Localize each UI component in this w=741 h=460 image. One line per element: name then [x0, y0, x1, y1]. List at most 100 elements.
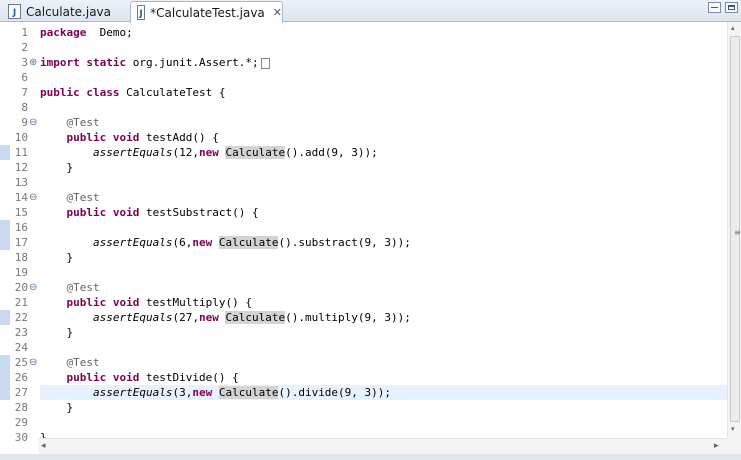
code-line[interactable]: assertEquals(12,new Calculate().add(9, 3…	[40, 145, 727, 160]
code-line[interactable]: @Test	[40, 280, 727, 295]
line-number: 28	[14, 401, 28, 414]
code-line[interactable]: package Demo;	[40, 25, 727, 40]
code-token: new	[198, 146, 219, 159]
code-line[interactable]: }	[40, 250, 727, 265]
code-token: @Test	[66, 356, 100, 369]
collapse-fold-icon[interactable]: ⊖	[29, 280, 39, 295]
code-line[interactable]	[40, 40, 727, 55]
change-marker	[0, 385, 10, 400]
folded-region-icon[interactable]	[260, 57, 270, 69]
vertical-scrollbar[interactable]: ▴ ≡ ▾	[727, 22, 741, 438]
code-line[interactable]	[40, 265, 727, 280]
code-line[interactable]: public class CalculateTest {	[40, 85, 727, 100]
code-token: assertEquals	[92, 146, 173, 159]
code-token: @Test	[66, 281, 100, 294]
line-number: 27	[14, 386, 28, 399]
code-token: }	[40, 431, 47, 438]
line-number: 25	[14, 356, 28, 369]
horizontal-scrollbar[interactable]: ◂ ▸	[38, 438, 727, 454]
line-number: 1	[21, 26, 28, 39]
java-file-icon: J	[8, 4, 21, 19]
collapse-fold-icon[interactable]: ⊖	[29, 355, 39, 370]
line-number: 20	[14, 281, 28, 294]
code-line[interactable]	[40, 415, 727, 430]
code-token: org.junit.Assert.*;	[126, 56, 259, 69]
scroll-down-arrow-icon[interactable]: ▾	[731, 425, 735, 433]
collapse-fold-icon[interactable]: ⊖	[29, 190, 39, 205]
code-line[interactable]: assertEquals(6,new Calculate().substract…	[40, 235, 727, 250]
line-number: 7	[21, 86, 28, 99]
code-line[interactable]: @Test	[40, 190, 727, 205]
collapse-fold-icon[interactable]: ⊖	[29, 115, 39, 130]
occurrence-highlight: Calculate	[225, 146, 286, 159]
code-line[interactable]: }	[40, 400, 727, 415]
close-tab-icon[interactable]: ✕	[273, 6, 282, 19]
code-line[interactable]: public void testDivide() {	[40, 370, 727, 385]
vertical-scroll-thumb[interactable]: ≡	[730, 36, 741, 422]
code-text-area[interactable]: package Demo; import static org.junit.Ass…	[40, 22, 727, 438]
line-number: 15	[14, 206, 28, 219]
tab-calculatetest-java[interactable]: J *CalculateTest.java ✕	[130, 1, 283, 23]
code-line[interactable]: assertEquals(27,new Calculate().multiply…	[40, 310, 727, 325]
java-editor: 1 2 3 ⊕ 6 7 8 9 ⊖ 10 11 12 13 14 ⊖ 15 16 17 18 19 20 ⊖ 21 22 23 2…	[0, 22, 741, 460]
scroll-up-arrow-icon[interactable]: ▴	[731, 24, 735, 32]
line-number: 8	[21, 101, 28, 114]
code-line[interactable]: public void testMultiply() {	[40, 295, 727, 310]
code-line[interactable]: import static org.junit.Assert.*;	[40, 55, 727, 70]
code-token: new	[192, 386, 213, 399]
code-token: Demo;	[86, 26, 133, 39]
code-line[interactable]: public void testSubstract() {	[40, 205, 727, 220]
editor-bottom-border	[0, 454, 741, 460]
code-line[interactable]	[40, 175, 727, 190]
code-line[interactable]: @Test	[40, 355, 727, 370]
code-line[interactable]: }	[40, 325, 727, 340]
window-controls	[708, 2, 738, 13]
editor-tab-bar: J Calculate.java J *CalculateTest.java ✕	[0, 0, 741, 23]
change-marker	[0, 145, 10, 160]
line-number: 17	[14, 236, 28, 249]
scroll-left-arrow-icon[interactable]: ◂	[41, 441, 46, 451]
code-token: public	[66, 371, 107, 384]
code-token: void	[112, 371, 140, 384]
code-token: }	[40, 251, 74, 264]
line-number: 9	[21, 116, 28, 129]
grip-icon: ≡	[734, 228, 741, 237]
code-token: }	[40, 161, 74, 174]
line-number: 16	[14, 221, 28, 234]
code-line[interactable]	[40, 70, 727, 85]
line-number: 21	[14, 296, 28, 309]
code-token: assertEquals	[92, 386, 173, 399]
code-token: void	[112, 296, 140, 309]
line-number: 10	[14, 131, 28, 144]
change-marker	[0, 235, 10, 250]
tab-calculate-java[interactable]: J Calculate.java	[2, 1, 126, 22]
maximize-icon[interactable]	[725, 2, 738, 13]
code-line[interactable]: }	[40, 160, 727, 175]
occurrence-highlight: Calculate	[225, 311, 286, 324]
code-line[interactable]: assertEquals(3,new Calculate().divide(9,…	[40, 385, 727, 400]
code-token: static	[79, 56, 127, 69]
minimize-icon[interactable]	[708, 2, 721, 13]
code-line[interactable]: @Test	[40, 115, 727, 130]
line-number: 26	[14, 371, 28, 384]
code-line[interactable]: public void testAdd() {	[40, 130, 727, 145]
code-line[interactable]	[40, 340, 727, 355]
scroll-right-arrow-icon[interactable]: ▸	[714, 441, 719, 451]
code-line[interactable]: }	[40, 430, 727, 438]
code-token: void	[112, 206, 140, 219]
occurrence-highlight: Calculate	[218, 236, 279, 249]
java-file-icon: J	[137, 5, 146, 20]
code-line[interactable]	[40, 220, 727, 235]
code-line[interactable]	[40, 100, 727, 115]
line-number: 14	[14, 191, 28, 204]
code-token: @Test	[66, 116, 100, 129]
expand-fold-icon[interactable]: ⊕	[29, 55, 39, 70]
